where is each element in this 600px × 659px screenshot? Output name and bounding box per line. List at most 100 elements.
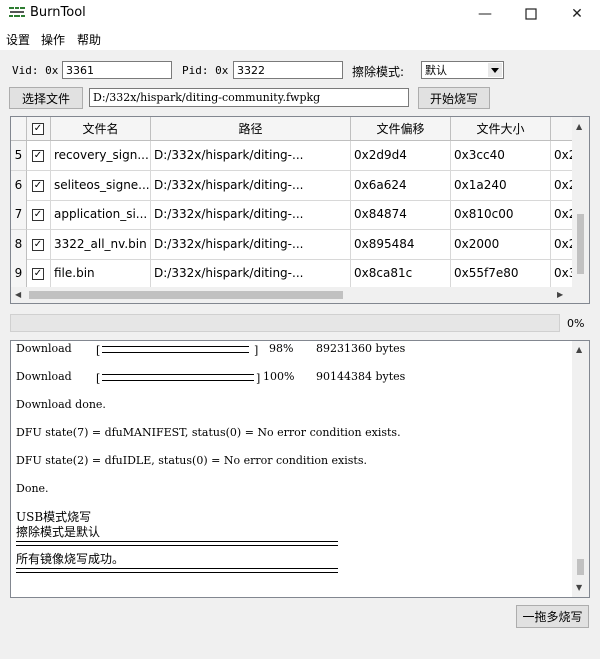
menu-settings[interactable]: 设置	[6, 31, 30, 48]
download-label: Download	[16, 342, 72, 355]
multi-burn-button[interactable]: 一拖多烧写	[516, 605, 589, 628]
checkbox-icon[interactable]: ✓	[32, 268, 44, 281]
column-header-size[interactable]: 文件大小	[451, 117, 551, 141]
cell-path[interactable]: D:/332x/hispark/diting-...	[151, 259, 351, 290]
log-line: DFU state(2) = dfuIDLE, status(0) = No e…	[16, 454, 367, 467]
scroll-up-icon[interactable]: ▲	[576, 122, 582, 131]
log-vertical-scrollbar[interactable]: ▲ ▼	[572, 341, 589, 597]
cell-path[interactable]: D:/332x/hispark/diting-...	[151, 141, 351, 171]
download-progress-bar	[102, 346, 252, 353]
file-table: ✓ 文件名 路径 文件偏移 文件大小 5 ✓ recovery_sign... D:/…	[10, 116, 590, 304]
cell-extra[interactable]: 0x2	[551, 141, 573, 171]
start-burn-button[interactable]: 开始烧写	[418, 87, 490, 109]
select-all-header[interactable]: ✓	[27, 117, 51, 141]
cell-offset[interactable]: 0x2d9d4	[351, 141, 451, 171]
bracket-close: ]	[256, 372, 261, 385]
cell-filename[interactable]: 3322_all_nv.bin	[51, 229, 151, 260]
pid-input[interactable]: 3322	[233, 61, 343, 79]
log-line: 擦除模式是默认	[16, 525, 101, 539]
log-line: DFU state(7) = dfuMANIFEST, status(0) = …	[16, 426, 401, 439]
scroll-left-icon[interactable]: ◀	[15, 290, 21, 299]
cell-size[interactable]: 0x2000	[451, 229, 551, 260]
row-checkbox-cell[interactable]: ✓	[27, 259, 51, 290]
download-percent: 100%	[263, 370, 295, 383]
menu-help[interactable]: 帮助	[77, 31, 101, 48]
vid-input[interactable]: 3361	[62, 61, 172, 79]
cell-filename[interactable]: file.bin	[51, 259, 151, 290]
cell-size[interactable]: 0x3cc40	[451, 141, 551, 171]
cell-extra[interactable]: 0x3	[551, 259, 573, 290]
row-number: 9	[11, 259, 27, 290]
minimize-icon[interactable]: —	[462, 0, 508, 28]
row-checkbox-cell[interactable]: ✓	[27, 141, 51, 171]
download-label: Download	[16, 370, 72, 383]
bracket-open: [	[96, 372, 101, 385]
chevron-down-icon[interactable]	[488, 63, 502, 77]
cell-extra[interactable]: 0x2	[551, 229, 573, 260]
row-checkbox-cell[interactable]: ✓	[27, 170, 51, 201]
column-header-path[interactable]: 路径	[151, 117, 351, 141]
download-progress-bar	[102, 374, 254, 381]
cell-extra[interactable]: 0x2	[551, 170, 573, 201]
window-title: BurnTool	[30, 5, 86, 20]
scroll-right-icon[interactable]: ▶	[557, 290, 563, 299]
table-row[interactable]: 9 ✓ file.bin D:/332x/hispark/diting-... 0x8c…	[11, 259, 573, 290]
cell-filename[interactable]: seliteos_signe...	[51, 170, 151, 201]
cell-path[interactable]: D:/332x/hispark/diting-...	[151, 170, 351, 201]
download-bytes: 89231360 bytes	[316, 342, 406, 355]
vertical-scroll-thumb[interactable]	[577, 214, 584, 274]
checkbox-icon[interactable]: ✓	[32, 179, 44, 192]
log-line: Download done.	[16, 398, 106, 411]
menu-operation[interactable]: 操作	[41, 31, 65, 48]
cell-path[interactable]: D:/332x/hispark/diting-...	[151, 200, 351, 231]
table-row[interactable]: 8 ✓ 3322_all_nv.bin D:/332x/hispark/diting-…	[11, 229, 573, 260]
scroll-down-icon[interactable]: ▼	[576, 583, 582, 592]
pid-label: Pid: 0x	[182, 64, 229, 77]
scroll-up-icon[interactable]: ▲	[576, 345, 582, 354]
cell-size[interactable]: 0x55f7e80	[451, 259, 551, 290]
vid-label: Vid: 0x	[12, 64, 59, 77]
column-header-filename[interactable]: 文件名	[51, 117, 151, 141]
log-line: Done.	[16, 482, 49, 495]
checkbox-icon[interactable]: ✓	[32, 150, 44, 162]
close-icon[interactable]: ✕	[554, 0, 600, 28]
download-bytes: 90144384 bytes	[316, 370, 406, 383]
cell-offset[interactable]: 0x895484	[351, 229, 451, 260]
checkbox-icon[interactable]: ✓	[32, 238, 44, 251]
log-line: 所有镜像烧写成功。	[16, 552, 125, 566]
erase-mode-value: 默认	[425, 64, 447, 77]
cell-filename[interactable]: application_si...	[51, 200, 151, 231]
erase-mode-label: 擦除模式:	[352, 65, 405, 79]
cell-offset[interactable]: 0x8ca81c	[351, 259, 451, 290]
log-output[interactable]: Download [ ] 98% 89231360 bytes Download…	[10, 340, 590, 598]
download-progress-fill	[102, 346, 249, 353]
cell-offset[interactable]: 0x6a624	[351, 170, 451, 201]
row-checkbox-cell[interactable]: ✓	[27, 200, 51, 231]
table-row[interactable]: 7 ✓ application_si... D:/332x/hispark/ditin…	[11, 200, 573, 231]
cell-extra[interactable]: 0x2	[551, 200, 573, 231]
cell-offset[interactable]: 0x84874	[351, 200, 451, 231]
maximize-icon[interactable]	[508, 0, 554, 28]
horizontal-scroll-thumb[interactable]	[29, 291, 343, 299]
checkbox-icon[interactable]: ✓	[32, 123, 44, 135]
bracket-open: [	[96, 344, 101, 357]
select-file-button[interactable]: 选择文件	[9, 87, 83, 109]
table-row[interactable]: 5 ✓ recovery_sign... D:/332x/hispark/diting…	[11, 141, 573, 171]
row-checkbox-cell[interactable]: ✓	[27, 229, 51, 260]
column-header-extra[interactable]	[551, 117, 573, 141]
cell-filename[interactable]: recovery_sign...	[51, 141, 151, 171]
cell-size[interactable]: 0x810c00	[451, 200, 551, 231]
download-progress-fill	[102, 374, 254, 381]
log-scroll-thumb[interactable]	[577, 559, 584, 575]
checkbox-icon[interactable]: ✓	[32, 209, 44, 222]
file-path-input[interactable]: D:/332x/hispark/diting-community.fwpkg	[89, 88, 409, 107]
erase-mode-select[interactable]: 默认	[421, 61, 504, 79]
vertical-scrollbar[interactable]: ▲	[572, 117, 589, 287]
cell-path[interactable]: D:/332x/hispark/diting-...	[151, 229, 351, 260]
horizontal-scrollbar[interactable]: ◀ ▶	[11, 287, 589, 303]
row-number: 6	[11, 170, 27, 201]
row-number: 8	[11, 229, 27, 260]
column-header-offset[interactable]: 文件偏移	[351, 117, 451, 141]
table-row[interactable]: 6 ✓ seliteos_signe... D:/332x/hispark/ditin…	[11, 170, 573, 201]
cell-size[interactable]: 0x1a240	[451, 170, 551, 201]
